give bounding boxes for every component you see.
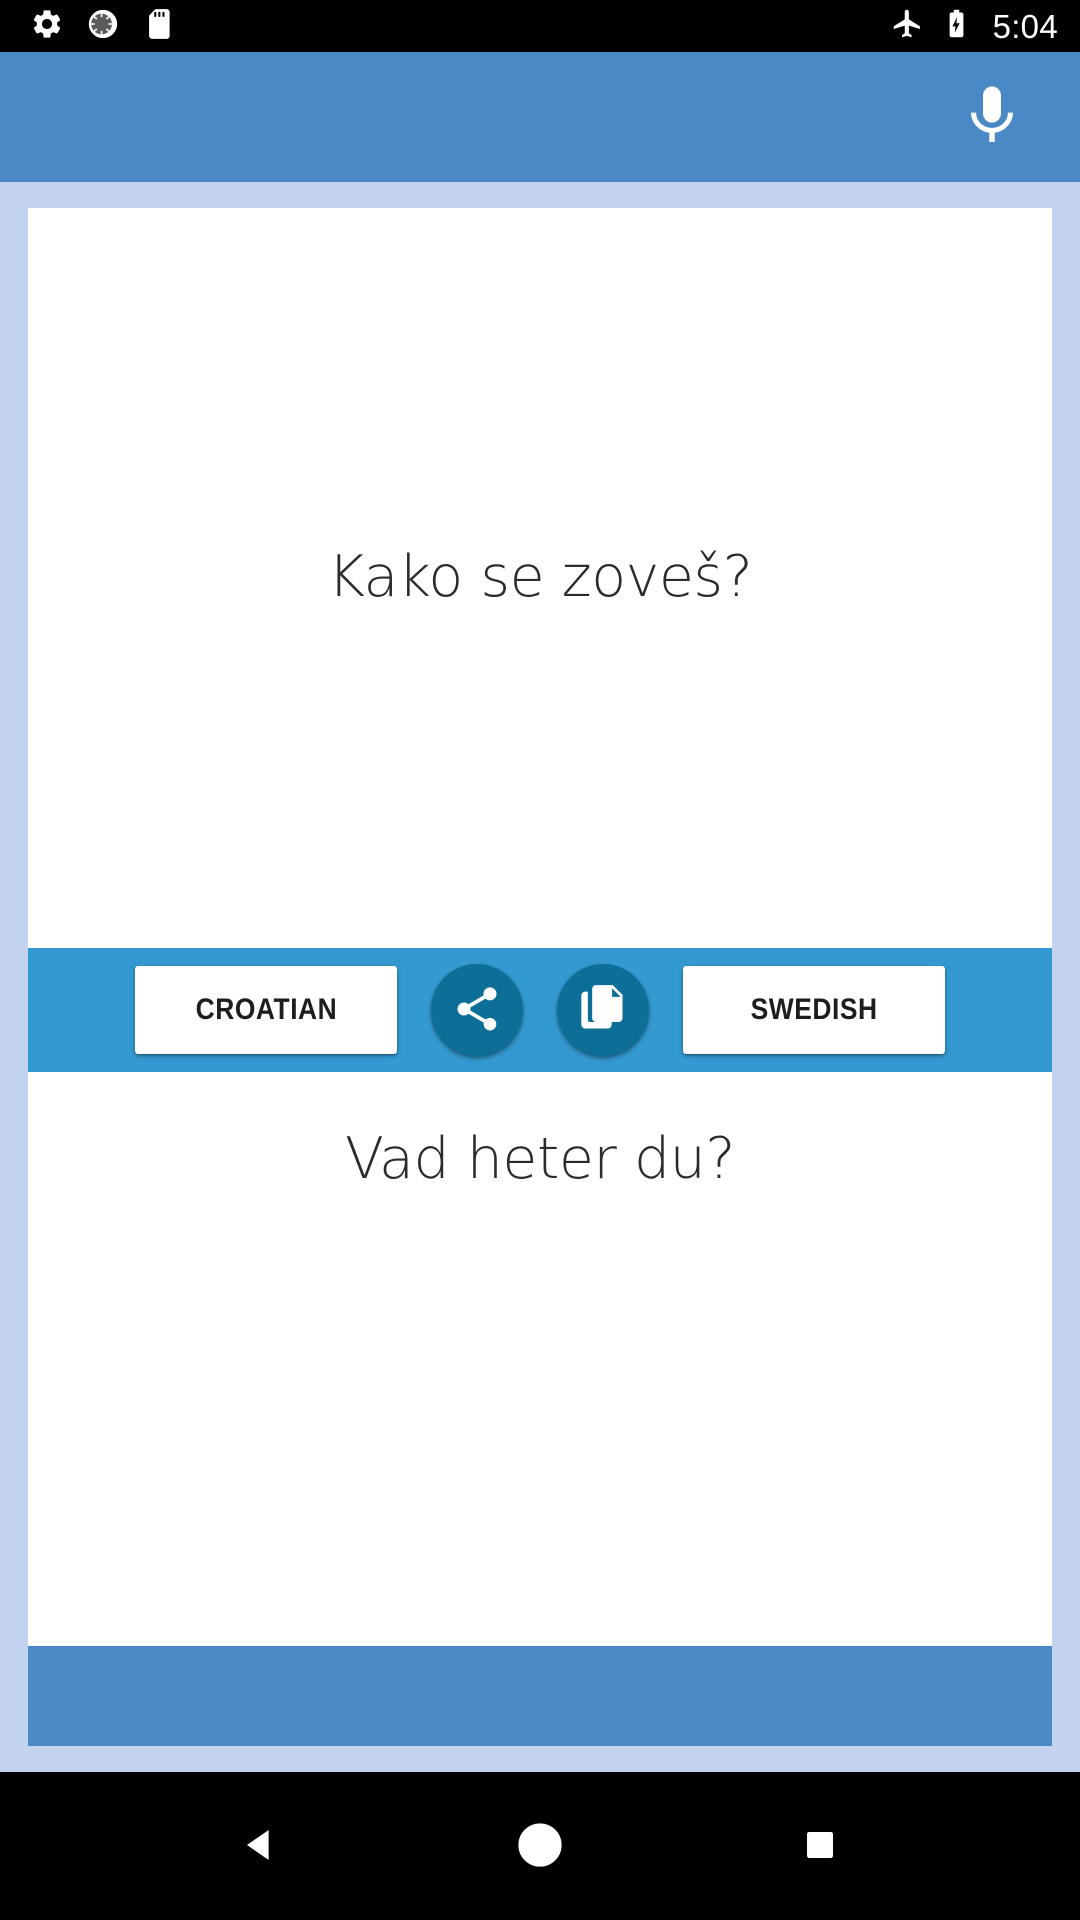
navigation-bar: [0, 1772, 1080, 1920]
status-bar-clock: 5:04: [992, 7, 1058, 45]
airplane-mode-icon: [891, 7, 924, 45]
content-area: Kako se zoveš? CROATIAN SWEDISH Vad hete…: [0, 182, 1080, 1772]
back-triangle-icon: [237, 1822, 283, 1871]
target-language-button[interactable]: SWEDISH: [683, 966, 945, 1054]
source-text: Kako se zoveš?: [327, 544, 753, 611]
gear-icon: [30, 7, 64, 46]
recents-square-icon: [800, 1825, 840, 1868]
target-text: Vad heter du?: [344, 1126, 736, 1192]
target-language-label: SWEDISH: [750, 993, 878, 1026]
sd-card-icon: [142, 7, 176, 46]
status-bar: 5:04: [0, 0, 1080, 52]
nav-back-button[interactable]: [200, 1786, 320, 1906]
source-language-button[interactable]: CROATIAN: [135, 966, 397, 1054]
copy-icon: [577, 983, 629, 1038]
target-text-pane[interactable]: Vad heter du?: [28, 1072, 1052, 1646]
home-circle-icon: [515, 1820, 565, 1873]
brightness-dial-icon: [86, 7, 120, 46]
translator-card: Kako se zoveš? CROATIAN SWEDISH Vad hete…: [28, 208, 1052, 1646]
nav-recents-button[interactable]: [760, 1786, 880, 1906]
source-language-label: CROATIAN: [195, 993, 337, 1026]
copy-button[interactable]: [557, 964, 649, 1056]
phone-screen: 5:04 Kako se zoveš? CROATIAN SWEDISH Vad…: [0, 0, 1080, 1920]
status-bar-left-icons: [30, 7, 176, 46]
microphone-button[interactable]: [944, 69, 1040, 165]
status-bar-right-icons: 5:04: [891, 7, 1058, 45]
app-bar: [0, 52, 1080, 182]
share-icon: [451, 983, 503, 1038]
battery-charging-icon: [940, 7, 973, 45]
language-toolbar: CROATIAN SWEDISH: [28, 948, 1052, 1072]
microphone-icon: [956, 79, 1028, 156]
bottom-banner[interactable]: [28, 1646, 1052, 1746]
share-button[interactable]: [431, 964, 523, 1056]
nav-home-button[interactable]: [480, 1786, 600, 1906]
source-text-pane[interactable]: Kako se zoveš?: [28, 208, 1052, 948]
